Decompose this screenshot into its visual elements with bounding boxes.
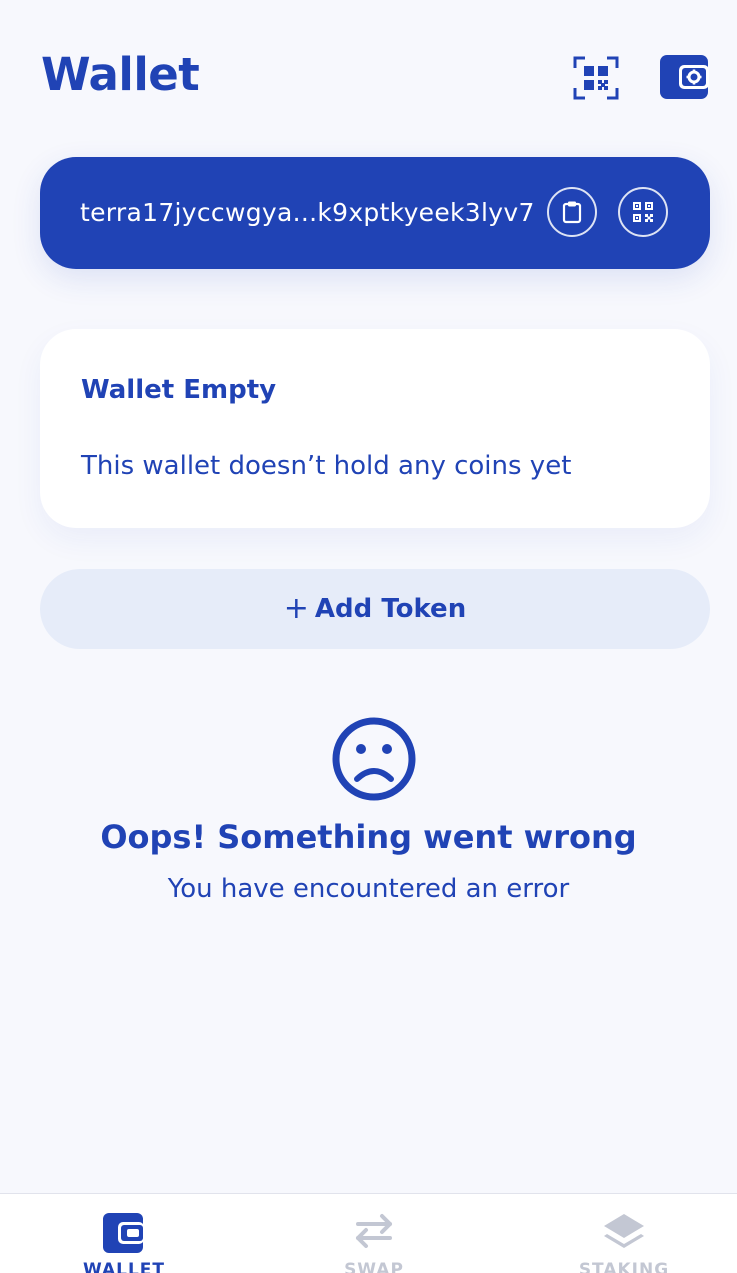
swap-icon (356, 1214, 392, 1248)
wallet-empty-title: Wallet Empty (81, 375, 277, 405)
nav-label-swap: SWAP (344, 1260, 404, 1273)
nav-label-staking: STAKING (578, 1260, 670, 1273)
scan-qr-button[interactable] (571, 54, 621, 102)
wallet-empty-card: Wallet Empty This wallet doesn’t hold an… (40, 329, 710, 528)
wallet-icon (103, 1213, 144, 1253)
nav-label-wallet: WALLET (82, 1260, 166, 1273)
nav-item-wallet[interactable]: WALLET (24, 1194, 224, 1273)
copy-address-button[interactable] (547, 187, 597, 237)
staking-icon (604, 1214, 644, 1248)
add-token-label: Add Token (314, 594, 467, 624)
qr-code-icon (633, 202, 653, 222)
error-title: Oops! Something went wrong (100, 818, 637, 856)
nav-item-swap[interactable]: SWAP (274, 1194, 474, 1273)
wallet-address[interactable]: terra17jyccwgya...k9xptkyeek3lyv7 (80, 157, 535, 269)
page-title: Wallet (41, 48, 200, 101)
sad-face-icon (332, 717, 416, 801)
nav-item-staking[interactable]: STAKING (524, 1194, 724, 1273)
error-description: You have encountered an error (167, 874, 570, 904)
show-qr-button[interactable] (618, 187, 668, 237)
wallet-settings-button[interactable] (659, 54, 711, 100)
wallet-empty-description: This wallet doesn’t hold any coins yet (81, 451, 572, 481)
wallet-settings-icon (660, 55, 709, 99)
bottom-nav: WALLET SWAP STAKING (0, 1193, 737, 1273)
scan-qr-icon (573, 56, 619, 100)
address-bar: terra17jyccwgya...k9xptkyeek3lyv7 (40, 157, 710, 269)
clipboard-icon (562, 201, 582, 224)
plus-icon: + (283, 591, 309, 626)
add-token-button[interactable]: + Add Token (40, 569, 710, 649)
